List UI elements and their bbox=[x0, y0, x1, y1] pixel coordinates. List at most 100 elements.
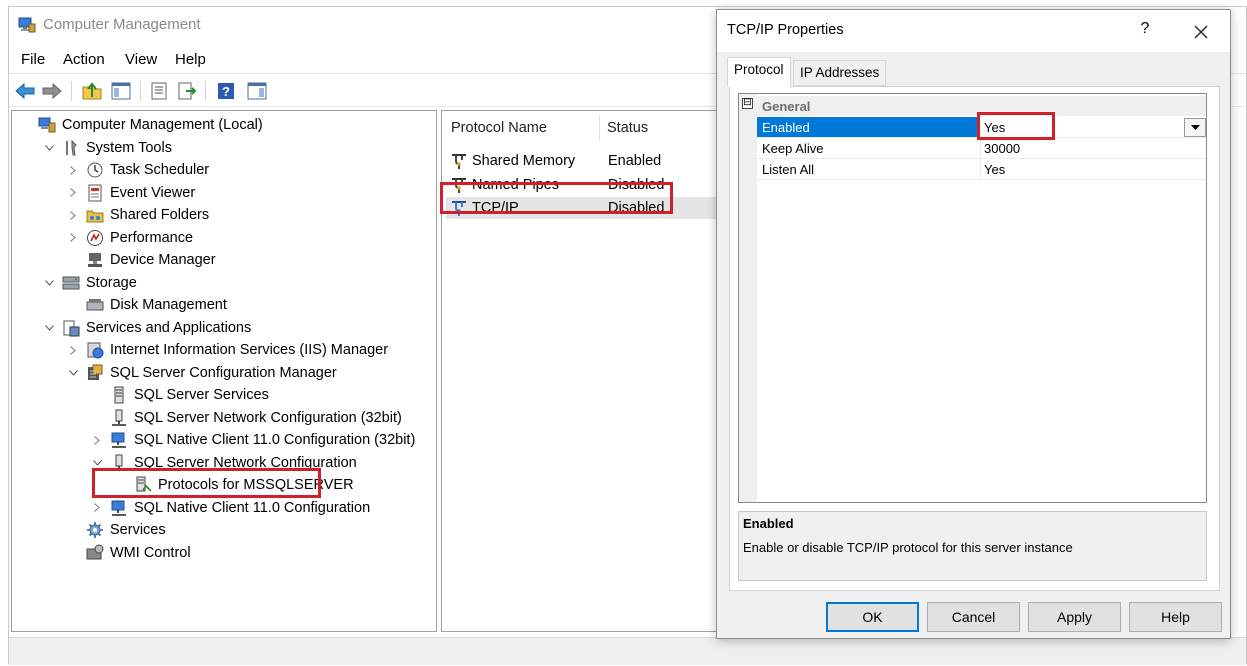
tree-item-computer-management-local[interactable]: Computer Management (Local) bbox=[18, 114, 263, 136]
tree-item-label: SQL Server Configuration Manager bbox=[110, 364, 337, 381]
performance-icon bbox=[86, 229, 104, 247]
server-icon bbox=[110, 386, 128, 404]
tree-item-internet-information-services-iis-manager[interactable]: Internet Information Services (IIS) Mana… bbox=[66, 339, 388, 361]
iis-icon bbox=[86, 341, 104, 359]
help-icon[interactable]: ? bbox=[214, 79, 238, 103]
protocol-row-named-pipes[interactable]: Named Pipes Disabled bbox=[446, 174, 728, 196]
show-hide-tree-icon[interactable] bbox=[109, 79, 133, 103]
sql-config-icon bbox=[86, 364, 104, 382]
tree-item-label: WMI Control bbox=[110, 544, 191, 561]
menu-help[interactable]: Help bbox=[175, 51, 206, 68]
tree-item-protocols-for-mssqlserver[interactable]: Protocols for MSSQLSERVER bbox=[114, 474, 354, 496]
ok-button[interactable]: OK bbox=[826, 602, 919, 632]
tree-item-device-manager[interactable]: Device Manager bbox=[66, 249, 216, 271]
tree-item-label: Task Scheduler bbox=[110, 162, 210, 178]
close-icon[interactable] bbox=[1187, 18, 1215, 46]
protocol-tab-panel: ⊟ General Enabled Yes Keep Alive 30000 L… bbox=[729, 86, 1220, 591]
enabled-value-field[interactable]: Yes bbox=[984, 120, 1005, 135]
property-name: Enabled bbox=[762, 120, 810, 135]
tree-item-label: Internet Information Services (IIS) Mana… bbox=[110, 342, 389, 358]
protocol-row-tcp-ip[interactable]: TCP/IP Disabled bbox=[446, 197, 728, 219]
collapse-icon[interactable]: ⊟ bbox=[742, 98, 753, 109]
tree-item-label: System Tools bbox=[86, 139, 172, 156]
tree-item-shared-folders[interactable]: Shared Folders bbox=[66, 204, 209, 226]
properties-icon[interactable] bbox=[147, 79, 171, 103]
chevron-right-icon[interactable] bbox=[90, 433, 104, 447]
native-client-icon bbox=[110, 499, 128, 517]
tree-item-sql-native-client-11-0-configuration-32bit[interactable]: SQL Native Client 11.0 Configuration (32… bbox=[90, 429, 415, 451]
up-folder-icon[interactable] bbox=[80, 79, 104, 103]
chevron-right-icon[interactable] bbox=[66, 186, 80, 200]
chevron-right-icon[interactable] bbox=[66, 163, 80, 177]
chevron-down-icon[interactable] bbox=[90, 456, 104, 470]
tree-item-label: SQL Native Client 11.0 Configuration (32… bbox=[134, 432, 416, 448]
native-client-icon bbox=[110, 431, 128, 449]
tree-item-sql-server-configuration-manager[interactable]: SQL Server Configuration Manager bbox=[66, 362, 337, 384]
tree-item-disk-management[interactable]: Disk Management bbox=[66, 294, 227, 316]
chevron-right-icon[interactable] bbox=[90, 501, 104, 515]
property-row-enabled[interactable]: Enabled Yes bbox=[757, 117, 1206, 138]
dialog-titlebar: TCP/IP Properties ? bbox=[717, 10, 1230, 52]
protocol-status: Enabled bbox=[608, 153, 662, 169]
menu-action[interactable]: Action bbox=[63, 51, 105, 68]
tab-protocol[interactable]: Protocol bbox=[727, 57, 791, 87]
tree-item-label: Services and Applications bbox=[86, 319, 252, 336]
property-row-keep-alive[interactable]: Keep Alive 30000 bbox=[757, 138, 1206, 159]
category-label: General bbox=[762, 99, 811, 114]
tree-item-system-tools[interactable]: System Tools bbox=[42, 137, 172, 159]
tree-item-label: Storage bbox=[86, 274, 137, 291]
tree-item-label: Computer Management (Local) bbox=[62, 117, 263, 133]
description-title: Enabled bbox=[743, 516, 794, 531]
tree-item-label: Performance bbox=[110, 229, 194, 246]
tree-item-label: SQL Server Network Configuration (32bit) bbox=[134, 409, 402, 426]
services-gear-icon bbox=[86, 521, 104, 539]
chevron-down-icon[interactable] bbox=[42, 276, 56, 290]
tree-item-sql-native-client-11-0-configuration[interactable]: SQL Native Client 11.0 Configuration bbox=[90, 497, 370, 519]
tree-item-storage[interactable]: Storage bbox=[42, 272, 137, 294]
tree-item-performance[interactable]: Performance bbox=[66, 227, 193, 249]
property-value[interactable]: Yes bbox=[984, 162, 1005, 177]
tree-item-sql-server-services[interactable]: SQL Server Services bbox=[90, 384, 269, 406]
column-header-protocol-name[interactable]: Protocol Name bbox=[451, 120, 547, 136]
tree-item-label: Shared Folders bbox=[110, 207, 210, 223]
property-description: Enabled Enable or disable TCP/IP protoco… bbox=[738, 511, 1207, 581]
chevron-right-icon[interactable] bbox=[66, 208, 80, 222]
protocol-row-shared-memory[interactable]: Shared Memory Enabled bbox=[446, 150, 728, 172]
tree-item-event-viewer[interactable]: Event Viewer bbox=[66, 182, 195, 204]
chevron-down-icon[interactable] bbox=[66, 366, 80, 380]
tree-item-task-scheduler[interactable]: Task Scheduler bbox=[66, 159, 209, 181]
forward-arrow-icon[interactable] bbox=[40, 79, 64, 103]
tree-item-services-and-applications[interactable]: Services and Applications bbox=[42, 317, 251, 339]
menu-view[interactable]: View bbox=[125, 51, 157, 68]
tcp-pipe-icon bbox=[450, 199, 468, 217]
chevron-down-icon[interactable] bbox=[42, 321, 56, 335]
property-value[interactable]: 30000 bbox=[984, 141, 1020, 156]
chevron-down-icon[interactable] bbox=[42, 141, 56, 155]
apply-button[interactable]: Apply bbox=[1028, 602, 1121, 632]
tree-item-label: Protocols for MSSQLSERVER bbox=[158, 477, 354, 493]
tree-item-services[interactable]: Services bbox=[66, 519, 166, 541]
event-viewer-icon bbox=[86, 184, 104, 202]
property-name: Listen All bbox=[762, 162, 815, 177]
tab-ip-addresses[interactable]: IP Addresses bbox=[793, 60, 887, 86]
back-arrow-icon[interactable] bbox=[13, 79, 37, 103]
status-bar bbox=[9, 637, 1246, 665]
show-action-pane-icon[interactable] bbox=[245, 79, 269, 103]
help-button[interactable]: Help bbox=[1129, 602, 1222, 632]
chevron-right-icon[interactable] bbox=[66, 343, 80, 357]
window-title: Computer Management bbox=[43, 16, 201, 33]
tree-item-sql-server-network-configuration[interactable]: SQL Server Network Configuration bbox=[90, 452, 357, 474]
chevron-down-icon[interactable] bbox=[1184, 118, 1206, 137]
export-list-icon[interactable] bbox=[175, 79, 199, 103]
dialog-help-button[interactable]: ? bbox=[1135, 20, 1155, 38]
cancel-button[interactable]: Cancel bbox=[927, 602, 1020, 632]
tree-item-label: SQL Server Network Configuration bbox=[134, 454, 357, 471]
chevron-right-icon[interactable] bbox=[66, 231, 80, 245]
tree-item-wmi-control[interactable]: WMI Control bbox=[66, 542, 191, 564]
clock-icon bbox=[86, 161, 104, 179]
property-row-listen-all[interactable]: Listen All Yes bbox=[757, 159, 1206, 180]
category-general[interactable]: ⊟ General bbox=[739, 96, 1206, 116]
menu-file[interactable]: File bbox=[21, 51, 45, 68]
tree-item-sql-server-network-configuration-32bit[interactable]: SQL Server Network Configuration (32bit) bbox=[90, 407, 402, 429]
column-header-status[interactable]: Status bbox=[607, 120, 648, 136]
